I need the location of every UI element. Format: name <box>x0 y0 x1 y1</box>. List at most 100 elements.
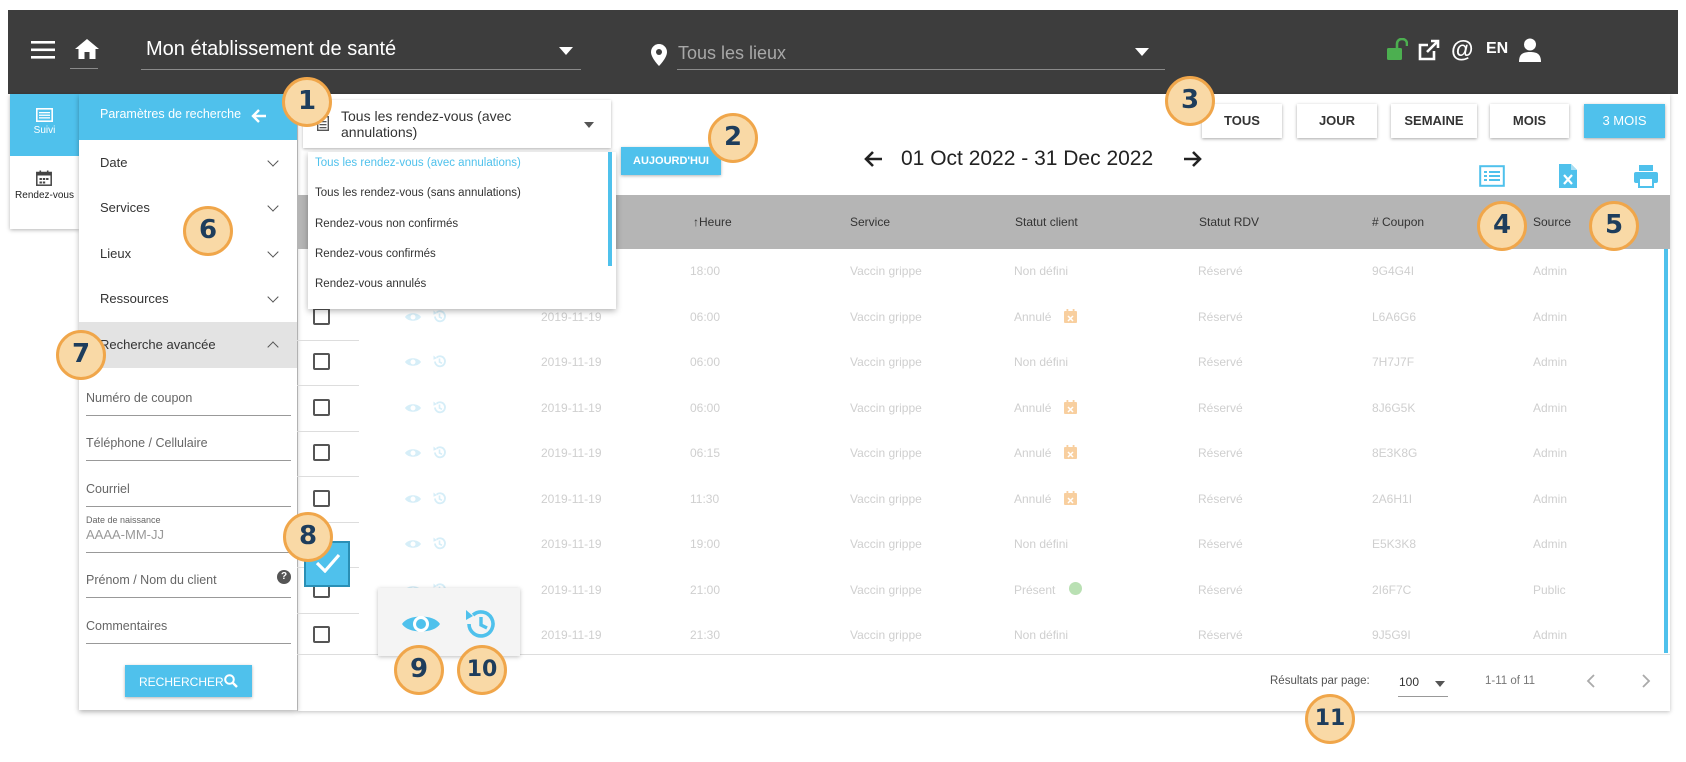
history-icon[interactable] <box>463 606 499 642</box>
dropdown-scrollbar[interactable] <box>608 152 612 266</box>
table-row[interactable]: 2019-11-19 11:30 Vaccin grippe Annulé Réserv… <box>297 476 1670 522</box>
cell-source: Admin <box>1533 628 1568 642</box>
email-field[interactable]: Courriel <box>86 461 291 507</box>
filter-option-confirmed[interactable]: Rendez-vous confirmés <box>315 248 436 260</box>
arrow-left-icon[interactable] <box>251 108 267 124</box>
external-link-icon[interactable] <box>1417 38 1441 62</box>
chevron-down-icon <box>267 200 279 212</box>
view-jour-button[interactable]: JOUR <box>1297 104 1377 138</box>
phone-field[interactable]: Téléphone / Cellulaire <box>86 415 291 461</box>
table-row[interactable]: 2019-11-19 06:00 Vaccin grippe Annulé Réserv… <box>297 385 1670 431</box>
cell-date: 2019-11-19 <box>541 309 602 324</box>
home-icon[interactable] <box>74 37 100 61</box>
history-icon[interactable] <box>432 536 447 551</box>
cell-source: Admin <box>1533 355 1568 369</box>
top-bar: Mon établissement de santé Tous les lieu… <box>8 10 1678 94</box>
cell-service: Vaccin grippe <box>850 446 922 460</box>
column-header-coupon[interactable]: # Coupon <box>1372 215 1424 229</box>
cancelled-calendar-icon <box>1064 490 1077 505</box>
search-panel-title: Paramètres de recherche <box>100 107 242 121</box>
filter-option-cancelled[interactable]: Rendez-vous annulés <box>315 278 426 290</box>
excel-icon[interactable] <box>1558 163 1578 189</box>
establishment-caret-icon[interactable] <box>559 47 573 55</box>
search-button[interactable]: RECHERCHER <box>125 665 252 697</box>
comments-placeholder: Commentaires <box>86 619 168 633</box>
table-row[interactable]: 2019-11-19 06:15 Vaccin grippe Annulé Réserv… <box>297 430 1670 476</box>
eye-icon[interactable] <box>404 311 422 323</box>
history-icon[interactable] <box>432 445 447 460</box>
coupon-field[interactable]: Numéro de coupon <box>86 370 291 416</box>
pagination-range: 1-11 of 11 <box>1485 675 1536 687</box>
filter-option-unconfirmed[interactable]: Rendez-vous non confirmés <box>315 218 458 230</box>
next-period-arrow-icon[interactable] <box>1183 150 1203 168</box>
prev-page-icon[interactable] <box>1586 674 1596 688</box>
row-checkbox[interactable] <box>313 489 330 507</box>
section-recherche-avancee[interactable]: Recherche avancée <box>79 322 297 368</box>
rail-item-suivi[interactable]: Suivi <box>10 94 79 156</box>
language-toggle[interactable]: EN <box>1486 40 1508 58</box>
client-name-field[interactable]: Prénom / Nom du client ? <box>86 552 291 598</box>
eye-icon[interactable] <box>404 447 422 459</box>
filter-option-all-with-cancellations[interactable]: Tous les rendez-vous (avec annulations) <box>315 157 521 169</box>
history-icon[interactable] <box>432 354 447 369</box>
eye-icon[interactable] <box>404 356 422 368</box>
eye-icon[interactable] <box>404 538 422 550</box>
callout-2: 2 <box>708 113 758 163</box>
row-checkbox[interactable] <box>313 398 330 416</box>
birthdate-field[interactable]: Date de naissance AAAA-MM-JJ <box>86 507 291 553</box>
cell-coupon: 9G4G4I <box>1372 264 1415 278</box>
scrollbar-track[interactable] <box>1664 249 1668 653</box>
per-page-select[interactable]: 100 <box>1398 670 1448 697</box>
filter-select[interactable]: Tous les rendez-vous (avec annulations) <box>303 100 611 148</box>
row-checkbox[interactable] <box>313 353 330 370</box>
filter-dropdown-menu: Tous les rendez-vous (avec annulations) … <box>308 152 616 309</box>
history-icon[interactable] <box>432 309 447 324</box>
filter-option-all-without-cancellations[interactable]: Tous les rendez-vous (sans annulations) <box>315 187 521 199</box>
column-header-appt-status[interactable]: Statut RDV <box>1199 215 1259 229</box>
menu-icon[interactable] <box>31 40 55 60</box>
view-tous-button[interactable]: TOUS <box>1202 104 1282 138</box>
eye-icon[interactable] <box>400 610 442 638</box>
eye-icon[interactable] <box>404 402 422 414</box>
eye-icon[interactable] <box>404 493 422 505</box>
column-header-service[interactable]: Service <box>850 215 890 229</box>
callout-5: 5 <box>1589 201 1639 251</box>
table-row[interactable]: 2019-11-19 06:00 Vaccin grippe Non défini Ré… <box>297 339 1670 385</box>
help-icon[interactable]: ? <box>277 570 291 584</box>
location-caret-icon[interactable] <box>1135 48 1149 56</box>
unlock-icon[interactable] <box>1386 38 1408 62</box>
cancelled-calendar-icon <box>1064 308 1077 323</box>
list-view-icon[interactable] <box>1479 165 1505 187</box>
row-checkbox[interactable] <box>313 626 330 643</box>
prev-period-arrow-icon[interactable] <box>863 150 883 168</box>
location-select[interactable]: Tous les lieux <box>678 43 786 64</box>
rail-item-rendez-vous[interactable]: Rendez-vous <box>10 164 79 226</box>
table-row[interactable]: 2019-11-19 19:00 Vaccin grippe Non défini Ré… <box>297 521 1670 567</box>
history-icon[interactable] <box>432 491 447 506</box>
view-3-mois-button[interactable]: 3 MOIS <box>1584 104 1665 138</box>
print-icon[interactable] <box>1633 164 1659 188</box>
view-semaine-button[interactable]: SEMAINE <box>1391 104 1477 138</box>
column-header-source[interactable]: Source <box>1533 215 1571 229</box>
section-label: Date <box>100 155 128 170</box>
column-header-client-status[interactable]: Statut client <box>1015 215 1078 229</box>
cell-date: 2019-11-19 <box>541 355 602 369</box>
section-ressources[interactable]: Ressources <box>79 276 297 322</box>
comments-field[interactable]: Commentaires <box>86 598 291 644</box>
today-button[interactable]: AUJOURD'HUI <box>621 147 721 175</box>
section-date[interactable]: Date <box>79 140 297 186</box>
user-icon[interactable] <box>1519 38 1541 62</box>
establishment-select[interactable]: Mon établissement de santé <box>146 38 396 61</box>
cell-date: 2019-11-19 <box>541 491 602 506</box>
at-icon[interactable]: @ <box>1451 36 1473 63</box>
row-checkbox[interactable] <box>313 307 330 325</box>
chevron-down-icon <box>267 155 279 167</box>
email-placeholder: Courriel <box>86 482 130 496</box>
section-label: Lieux <box>100 246 132 261</box>
view-mois-button[interactable]: MOIS <box>1490 104 1569 138</box>
column-header-time[interactable]: ↑Heure <box>693 215 732 229</box>
next-page-icon[interactable] <box>1641 674 1651 688</box>
history-icon[interactable] <box>432 400 447 415</box>
row-checkbox[interactable] <box>313 444 330 461</box>
callout-8: 8 <box>283 512 333 562</box>
